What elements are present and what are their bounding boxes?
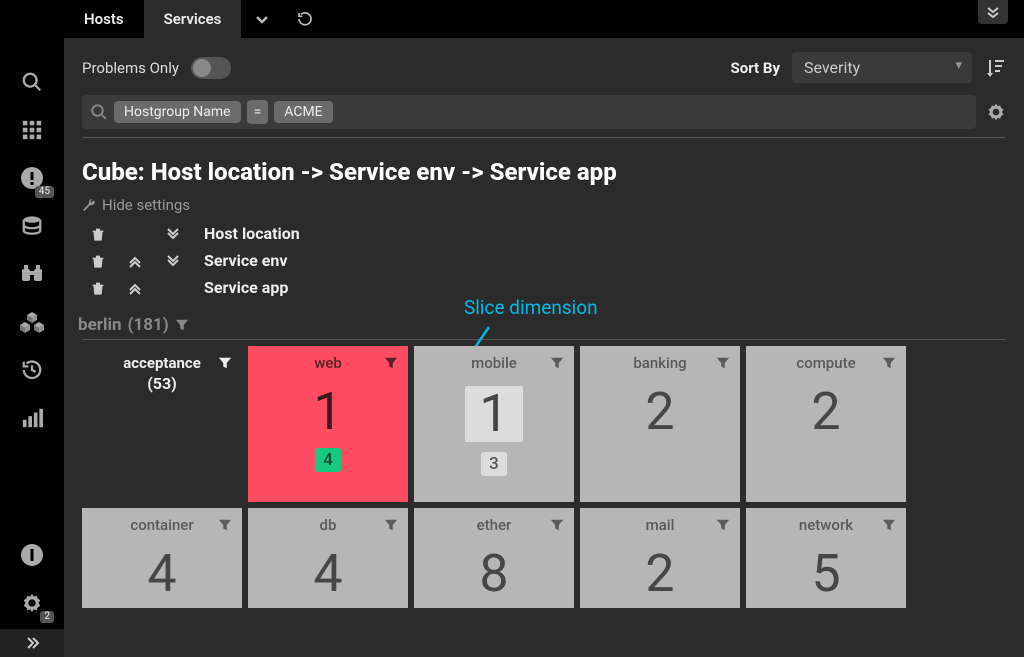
topbar: Hosts Services — [0, 0, 1024, 38]
cubes-icon[interactable] — [8, 300, 56, 344]
gear-icon[interactable] — [986, 102, 1006, 122]
tile-sub-badge: 4 — [315, 448, 341, 472]
config-badge: 2 — [40, 611, 54, 623]
problems-only-label: Problems Only — [82, 59, 179, 77]
tile-number: 8 — [479, 548, 508, 600]
filter-icon[interactable] — [218, 518, 232, 532]
cube-tile[interactable]: ether 8 — [414, 508, 574, 608]
problems-only-toggle[interactable] — [191, 57, 231, 79]
cube-tile[interactable]: network 5 — [746, 508, 906, 608]
dimension-row: Host location — [82, 224, 1006, 243]
filter-icon[interactable] — [716, 518, 730, 532]
filter-chip-op[interactable]: = — [247, 100, 269, 124]
search-icon-inline — [90, 103, 108, 121]
move-down-icon[interactable] — [166, 254, 190, 268]
dimension-name: Service app — [204, 278, 288, 297]
page-title: Cube: Host location -> Service env -> Se… — [82, 158, 1006, 186]
filter-icon[interactable] — [550, 356, 564, 370]
group-header: berlin (181) — [78, 315, 1006, 335]
cube-tile[interactable]: web 1 4 — [248, 346, 408, 502]
cube-tile[interactable]: db 4 — [248, 508, 408, 608]
move-up-icon[interactable] — [128, 254, 152, 268]
filter-icon[interactable] — [882, 518, 896, 532]
problems-badge: 45 — [35, 186, 54, 198]
sort-select[interactable]: Severity — [792, 52, 972, 83]
filter-icon[interactable] — [550, 518, 564, 532]
cube-tile[interactable]: banking 2 — [580, 346, 740, 502]
hide-settings-link[interactable]: Hide settings — [82, 196, 1006, 214]
tile-title: mail — [646, 516, 675, 534]
wrench-icon — [82, 198, 96, 212]
chevron-down-icon[interactable] — [241, 12, 283, 26]
tile-title: mobile — [471, 354, 517, 372]
tile-number: 2 — [645, 548, 674, 600]
tile-title: ether — [477, 516, 512, 534]
filter-bar[interactable]: Hostgroup Name = ACME — [82, 95, 976, 129]
sort-direction-icon[interactable] — [984, 57, 1006, 79]
tile-title: db — [320, 516, 337, 534]
tile-sub-badge: 3 — [481, 452, 507, 476]
search-icon[interactable] — [8, 60, 56, 104]
tab-services[interactable]: Services — [144, 0, 242, 38]
sort-by-label: Sort By — [731, 59, 781, 77]
refresh-icon[interactable] — [283, 11, 327, 27]
move-down-icon[interactable] — [166, 227, 190, 241]
filter-icon[interactable] — [882, 356, 896, 370]
trash-icon[interactable] — [90, 226, 114, 242]
filter-icon[interactable] — [218, 356, 232, 370]
tile-number: 1 — [465, 386, 522, 442]
row-header-count: (53) — [90, 374, 234, 393]
dimension-name: Service env — [204, 251, 288, 270]
sidebar-expand[interactable] — [0, 629, 64, 657]
database-icon[interactable] — [8, 204, 56, 248]
dimension-row: Service app — [82, 278, 1006, 297]
config-icon[interactable]: 2 — [8, 581, 56, 625]
tile-number: 2 — [811, 386, 840, 438]
cube-tile[interactable]: container 4 — [82, 508, 242, 608]
dimension-row: Service env — [82, 251, 1006, 270]
trash-icon[interactable] — [90, 280, 114, 296]
tile-number: 5 — [811, 548, 840, 600]
sidebar: 45 2 — [0, 0, 64, 657]
dashboards-icon[interactable] — [8, 108, 56, 152]
user-icon[interactable] — [8, 533, 56, 577]
row-header: acceptance (53) — [82, 346, 242, 502]
row-header-title: acceptance — [90, 354, 234, 372]
cube-tile[interactable]: mobile 1 3 — [414, 346, 574, 502]
collapse-header[interactable] — [978, 0, 1008, 24]
tile-number: 4 — [147, 548, 176, 600]
tile-number: 1 — [313, 386, 342, 438]
tile-title: banking — [633, 354, 686, 372]
problems-icon[interactable]: 45 — [8, 156, 56, 200]
main-content: Problems Only Sort By Severity Hostgroup… — [64, 38, 1024, 657]
tile-title: container — [130, 516, 193, 534]
tile-title: network — [799, 516, 853, 534]
filter-icon[interactable] — [716, 356, 730, 370]
cube-tile[interactable]: compute 2 — [746, 346, 906, 502]
cube-tile[interactable]: mail 2 — [580, 508, 740, 608]
binoculars-icon[interactable] — [8, 252, 56, 296]
filter-icon[interactable] — [384, 518, 398, 532]
filter-chip-field[interactable]: Hostgroup Name — [114, 101, 241, 123]
trash-icon[interactable] — [90, 253, 114, 269]
dimension-name: Host location — [204, 224, 300, 243]
tab-hosts[interactable]: Hosts — [64, 0, 144, 38]
filter-chip-value[interactable]: ACME — [274, 101, 332, 123]
move-up-icon[interactable] — [128, 281, 152, 295]
filter-icon[interactable] — [384, 356, 398, 370]
tile-title: compute — [796, 354, 855, 372]
filter-icon[interactable] — [175, 318, 189, 332]
reporting-icon[interactable] — [8, 396, 56, 440]
tile-number: 2 — [645, 386, 674, 438]
tile-number: 4 — [313, 548, 342, 600]
tile-title: web — [314, 354, 342, 372]
history-icon[interactable] — [8, 348, 56, 392]
